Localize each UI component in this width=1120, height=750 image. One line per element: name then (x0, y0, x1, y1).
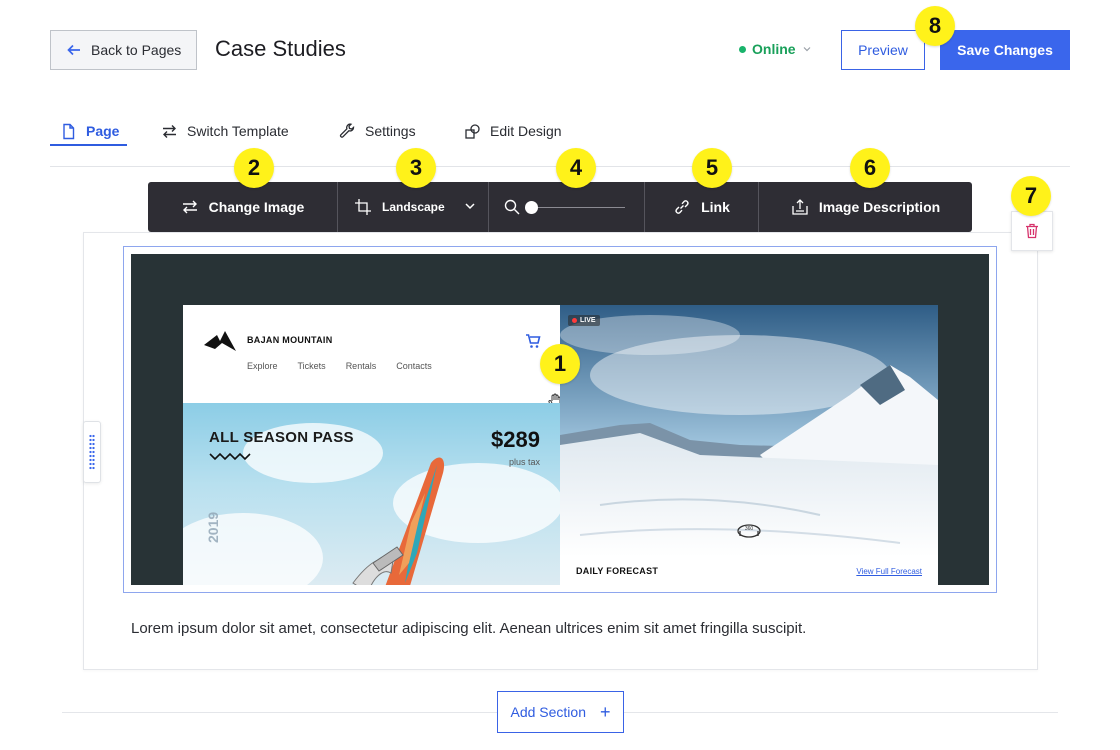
live-badge: LIVE (568, 315, 600, 326)
chevron-down-icon (465, 203, 475, 210)
crop-mode-dropdown[interactable]: Landscape (337, 182, 488, 232)
zoom-icon (504, 199, 520, 215)
mockup-site-right: LIVE 360 DAILY FORECAST View Full Foreca… (560, 305, 938, 585)
mountain-logo-icon (204, 331, 236, 351)
tab-page-label: Page (86, 123, 120, 139)
callout-badge-1: 1 (540, 344, 580, 384)
chevron-down-icon (803, 47, 810, 52)
arrow-left-icon (67, 44, 80, 56)
swap-icon (182, 200, 197, 214)
callout-badge-2: 2 (234, 148, 274, 188)
callout-badge-3: 3 (396, 148, 436, 188)
zigzag-decoration-icon (209, 452, 251, 461)
snowboard-graphic (352, 457, 444, 585)
tab-switch-template[interactable]: Switch Template (161, 117, 289, 145)
crop-mode-label: Landscape (382, 200, 445, 214)
tab-edit-design[interactable]: Edit Design (464, 117, 562, 145)
daily-forecast-bar: DAILY FORECAST View Full Forecast (560, 557, 938, 585)
callout-badge-8: 8 (915, 6, 955, 46)
zoom-slider[interactable] (525, 200, 625, 214)
live-dot-icon (572, 318, 577, 323)
forecast-link: View Full Forecast (856, 566, 922, 576)
image-toolbar: Change Image Landscape Link Image Descri… (148, 182, 972, 232)
shapes-icon (465, 123, 480, 139)
mockup-nav-item: Tickets (297, 361, 326, 371)
callout-badge-7: 7 (1011, 176, 1051, 216)
callout-badge-4: 4 (556, 148, 596, 188)
tab-page[interactable]: Page (60, 117, 119, 145)
cart-icon (526, 334, 541, 348)
page-title: Case Studies (215, 36, 346, 61)
link-button[interactable]: Link (644, 182, 758, 232)
mountain-snow-photo (560, 305, 938, 557)
tab-edit-design-label: Edit Design (490, 123, 562, 139)
live-label: LIVE (580, 317, 596, 324)
image-description-label: Image Description (818, 199, 941, 215)
section-drag-handle[interactable] (83, 421, 101, 483)
cloud (183, 513, 323, 585)
status-dot-icon (739, 45, 746, 53)
save-changes-button[interactable]: Save Changes (940, 30, 1070, 70)
add-section-button[interactable]: Add Section + (497, 691, 624, 733)
image-block[interactable]: BAJAN MOUNTAIN Explore Tickets Rentals C… (131, 254, 989, 585)
brand-name: BAJAN MOUNTAIN (247, 335, 333, 345)
price: $289 (491, 427, 540, 452)
delete-section-button[interactable] (1011, 211, 1053, 251)
callout-badge-5: 5 (692, 148, 732, 188)
body-text[interactable]: Lorem ipsum dolor sit amet, consectetur … (131, 620, 806, 637)
link-icon (675, 200, 689, 214)
plus-icon: + (599, 702, 611, 722)
link-label: Link (701, 199, 730, 215)
svg-text:360: 360 (745, 526, 754, 532)
back-to-pages-label: Back to Pages (91, 42, 182, 58)
forecast-title: DAILY FORECAST (576, 566, 659, 576)
switch-icon (163, 124, 176, 138)
page-icon (63, 123, 75, 139)
360-view-icon: 360 (737, 524, 761, 538)
trash-icon (1026, 223, 1038, 239)
change-image-button[interactable]: Change Image (148, 182, 337, 232)
mockup-nav-item: Contacts (396, 361, 432, 371)
season-pass-banner: ALL SEASON PASS 2019 $289 plus tax (183, 403, 560, 585)
preview-button[interactable]: Preview (841, 30, 925, 70)
mockup-nav: Explore Tickets Rentals Contacts (247, 361, 432, 371)
tab-switch-template-label: Switch Template (187, 123, 289, 139)
tab-settings-label: Settings (365, 123, 416, 139)
year-label: 2019 (205, 511, 221, 543)
back-to-pages-button[interactable]: Back to Pages (50, 30, 197, 70)
image-description-button[interactable]: Image Description (758, 182, 972, 232)
active-tab-indicator (50, 144, 127, 146)
zoom-slider-knob[interactable] (525, 200, 538, 214)
wrench-icon (339, 123, 355, 138)
tab-settings[interactable]: Settings (339, 117, 416, 145)
brand-logo: BAJAN MOUNTAIN (203, 329, 333, 351)
mockup-nav-item: Rentals (345, 361, 377, 371)
mockup-nav-item: Explore (247, 361, 278, 371)
zoom-control[interactable] (488, 182, 644, 232)
drag-dots-icon (89, 434, 95, 470)
status-label: Online (752, 41, 796, 57)
status-dropdown[interactable]: Online (739, 41, 812, 57)
image-description-icon (792, 199, 808, 215)
price-note: plus tax (508, 457, 540, 467)
mockup-site-left: BAJAN MOUNTAIN Explore Tickets Rentals C… (183, 305, 561, 585)
callout-badge-6: 6 (850, 148, 890, 188)
add-section-label: Add Section (510, 704, 586, 720)
change-image-label: Change Image (208, 199, 305, 215)
crop-icon (355, 199, 371, 215)
